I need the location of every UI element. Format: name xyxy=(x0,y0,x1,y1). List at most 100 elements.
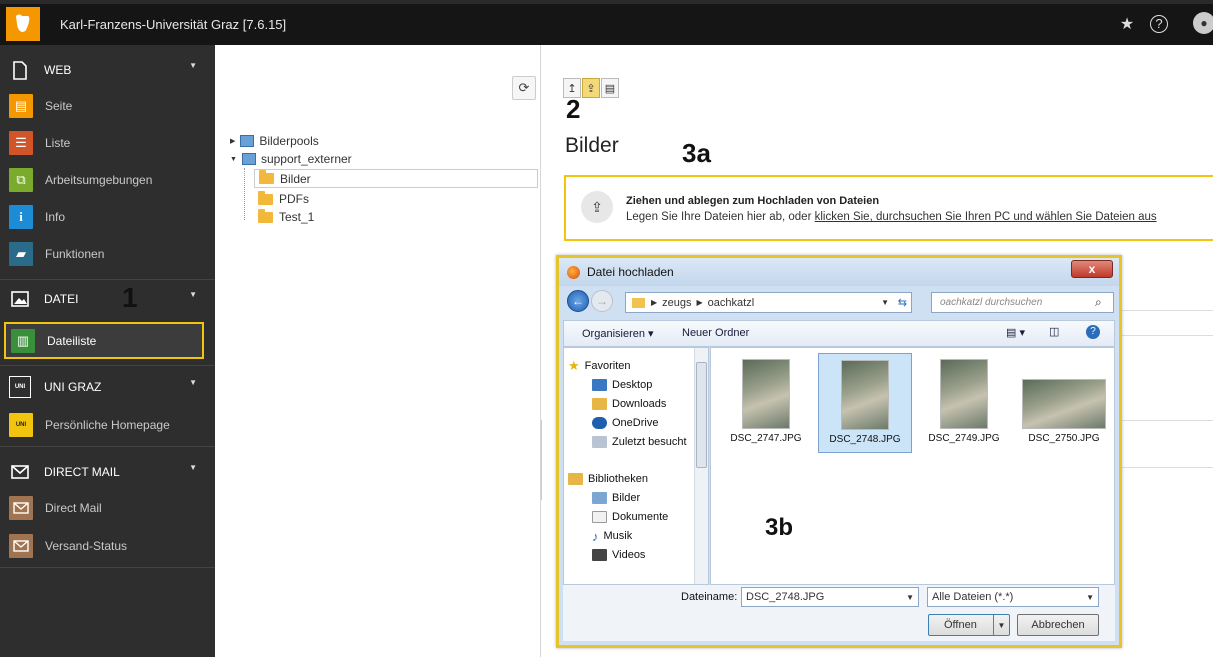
help-icon[interactable]: ? xyxy=(1150,15,1168,33)
nav-videos[interactable]: Videos xyxy=(592,546,645,564)
group-uni-graz[interactable]: UNI UNI GRAZ ▼ xyxy=(0,369,215,405)
module-liste-label: Liste xyxy=(45,136,71,150)
dialog-titlebar[interactable]: Datei hochladen x xyxy=(559,258,1119,286)
scrollbar-thumb[interactable] xyxy=(696,362,707,468)
image-thumbnail xyxy=(1022,379,1106,429)
arrow-up-icon: ↥ xyxy=(567,82,577,95)
forward-button[interactable]: → xyxy=(591,290,613,312)
arrow-right-icon: → xyxy=(596,294,608,308)
star-icon[interactable]: ★ xyxy=(1115,14,1139,34)
new-file-button[interactable]: ▤ xyxy=(601,78,619,98)
tree-label: support_externer xyxy=(260,152,352,166)
search-icon[interactable]: ⌕ xyxy=(1095,295,1102,310)
nav-bilder[interactable]: Bilder xyxy=(592,489,640,507)
nav-label: OneDrive xyxy=(612,417,659,429)
chevron-down-icon[interactable]: ▼ xyxy=(189,61,197,70)
address-bar[interactable]: ▶ zeugs ▶ oachkatzl ▼ ⇆ xyxy=(625,292,912,313)
upload-files-button[interactable]: ⇪ xyxy=(582,78,600,98)
search-input[interactable]: oachkatzl durchsuchen xyxy=(931,292,1114,313)
nav-dokumente[interactable]: Dokumente xyxy=(592,508,668,526)
recent-places-icon xyxy=(592,436,607,448)
annotation-1: 1 xyxy=(122,282,138,313)
cancel-button[interactable]: Abbrechen xyxy=(1017,614,1099,636)
dropzone[interactable]: ⇪ Ziehen und ablegen zum Hochladen von D… xyxy=(564,175,1213,241)
group-direct-mail[interactable]: DIRECT MAIL ▼ xyxy=(0,454,215,490)
dialog-bottom-bar: Dateiname: DSC_2748.JPG ▼ Alle Dateien (… xyxy=(563,585,1115,641)
briefcase-module-icon: ▰ xyxy=(9,242,33,266)
chevron-down-icon[interactable]: ▼ xyxy=(881,298,889,307)
user-avatar-icon[interactable]: ● xyxy=(1193,12,1213,34)
nav-onedrive[interactable]: OneDrive xyxy=(592,414,658,432)
module-arbeitsumgebungen[interactable]: ⧉ Arbeitsumgebungen xyxy=(0,162,215,198)
chevron-down-icon[interactable]: ▼ xyxy=(189,290,197,299)
filename-input[interactable]: DSC_2748.JPG ▼ xyxy=(741,587,919,607)
file-item[interactable]: DSC_2750.JPG xyxy=(1016,353,1112,453)
help-icon[interactable]: ? xyxy=(1086,325,1100,339)
chevron-down-icon[interactable]: ▼ xyxy=(906,593,914,602)
module-direct-mail-label: Direct Mail xyxy=(45,501,102,515)
group-uni-graz-label: UNI GRAZ xyxy=(44,380,102,394)
tree-node-bilderpools[interactable]: ▶ Bilderpools xyxy=(230,132,319,150)
image-thumbnail xyxy=(742,359,790,429)
group-web[interactable]: WEB ▼ xyxy=(0,52,215,88)
upload-icon: ⇪ xyxy=(581,191,613,223)
breadcrumb-oachkatzl[interactable]: oachkatzl xyxy=(708,297,754,309)
organize-menu[interactable]: Organisieren ▾ xyxy=(582,327,654,340)
group-web-label: WEB xyxy=(44,63,72,77)
site-title[interactable]: Karl-Franzens-Universität Graz [7.6.15] xyxy=(60,17,286,32)
preview-pane-icon[interactable]: ◫ xyxy=(1049,325,1059,338)
module-persoenliche-homepage[interactable]: UNI Persönliche Homepage xyxy=(0,407,215,443)
nav-label: Musik xyxy=(603,530,633,542)
uni-graz-module-icon: UNI xyxy=(9,413,33,437)
module-dateiliste[interactable]: ▥ Dateiliste xyxy=(4,322,204,359)
module-liste[interactable]: ☰ Liste xyxy=(0,125,215,161)
dropzone-text: Legen Sie Ihre Dateien hier ab, oder kli… xyxy=(626,211,1157,223)
nav-favorites[interactable]: ★ Favoriten xyxy=(568,357,631,375)
divider xyxy=(1112,310,1213,311)
chevron-right-icon[interactable]: ▶ xyxy=(230,137,235,145)
nav-scrollbar[interactable] xyxy=(694,348,708,584)
refresh-icon[interactable]: ⇆ xyxy=(898,296,907,309)
module-info[interactable]: i Info xyxy=(0,199,215,235)
module-direct-mail[interactable]: Direct Mail xyxy=(0,490,215,526)
annotation-3a: 3a xyxy=(682,138,711,168)
breadcrumb-zeugs[interactable]: zeugs xyxy=(662,297,691,309)
nav-label: Downloads xyxy=(612,398,667,410)
file-item-selected[interactable]: DSC_2748.JPG xyxy=(818,353,912,453)
group-datei[interactable]: DATEI ▼ xyxy=(0,281,215,317)
close-button[interactable]: x xyxy=(1071,260,1113,278)
chevron-down-icon[interactable]: ▼ xyxy=(189,463,197,472)
typo3-logo[interactable] xyxy=(6,7,40,41)
storage-icon xyxy=(241,153,256,165)
tree-node-support-externer[interactable]: ▼ support_externer xyxy=(230,150,352,168)
chevron-down-icon[interactable]: ▼ xyxy=(230,156,237,163)
new-folder-button[interactable]: Neuer Ordner xyxy=(682,327,749,339)
module-funktionen[interactable]: ▰ Funktionen xyxy=(0,236,215,272)
module-versand-status-label: Versand-Status xyxy=(45,539,128,553)
command-bar: Organisieren ▾ Neuer Ordner ▤ ▾ ◫ ? xyxy=(563,320,1115,347)
refresh-button[interactable]: ⟳ xyxy=(512,76,536,100)
tree-node-test-1[interactable]: Test_1 xyxy=(258,208,314,226)
module-seite[interactable]: ▤ Seite xyxy=(0,88,215,124)
module-versand-status[interactable]: Versand-Status xyxy=(0,528,215,564)
file-item[interactable]: DSC_2747.JPG xyxy=(721,353,811,453)
chevron-down-icon[interactable]: ▼ xyxy=(1086,593,1094,602)
tree-node-bilder[interactable]: Bilder xyxy=(254,169,538,188)
chevron-down-icon[interactable]: ▼ xyxy=(993,615,1009,635)
nav-recent[interactable]: Zuletzt besucht xyxy=(592,433,687,451)
nav-downloads[interactable]: Downloads xyxy=(592,395,666,413)
file-item[interactable]: DSC_2749.JPG xyxy=(919,353,1009,453)
folder-icon xyxy=(258,208,273,223)
page-module-icon: ▤ xyxy=(9,94,33,118)
workspace-module-icon: ⧉ xyxy=(9,168,33,192)
chevron-down-icon[interactable]: ▼ xyxy=(189,378,197,387)
view-options-icon[interactable]: ▤ ▾ xyxy=(1006,326,1025,339)
browse-files-link[interactable]: klicken Sie, durchsuchen Sie Ihren PC un… xyxy=(815,211,1157,223)
nav-libraries[interactable]: Bibliotheken xyxy=(568,470,648,488)
tree-node-pdfs[interactable]: PDFs xyxy=(258,190,309,208)
open-button[interactable]: Öffnen ▼ xyxy=(928,614,1010,636)
nav-desktop[interactable]: Desktop xyxy=(592,376,652,394)
nav-musik[interactable]: ♪ Musik xyxy=(592,527,632,545)
filetype-select[interactable]: Alle Dateien (*.*) ▼ xyxy=(927,587,1099,607)
back-button[interactable]: ← xyxy=(567,290,589,312)
